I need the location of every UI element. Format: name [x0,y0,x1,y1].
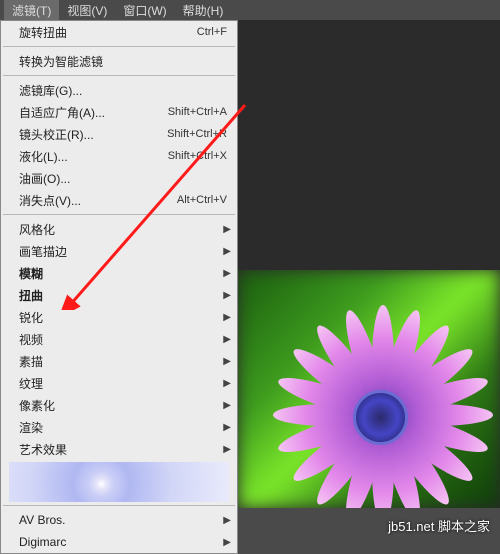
menu-item[interactable]: 视频▶ [1,328,237,350]
menu-item-label: 自适应广角(A)... [19,104,168,121]
menu-item-shortcut: Shift+Ctrl+X [168,150,227,162]
watermark-url: jb51.net [388,519,434,534]
menu-item-label: 像素化 [19,397,227,414]
submenu-arrow-icon: ▶ [223,268,231,279]
menu-item-label: 渲染 [19,419,227,436]
menu-item-shortcut: Shift+Ctrl+R [167,128,227,140]
watermark: jb51.net 脚本之家 [388,516,490,535]
menu-item-label: 锐化 [19,309,227,326]
menu-separator [3,505,235,506]
menu-item[interactable]: 素描▶ [1,350,237,372]
menu-item[interactable]: AV Bros.▶ [1,509,237,531]
menu-item[interactable]: 纹理▶ [1,372,237,394]
submenu-arrow-icon: ▶ [223,290,231,301]
menu-item-label: 视频 [19,331,227,348]
submenu-arrow-icon: ▶ [223,444,231,455]
filter-preview-thumb [9,462,229,502]
menu-item-label: 扭曲 [19,287,227,304]
menu-item[interactable]: 像素化▶ [1,394,237,416]
menu-item-label: 纹理 [19,375,227,392]
watermark-text: 脚本之家 [438,519,490,534]
submenu-arrow-icon: ▶ [223,334,231,345]
submenu-arrow-icon: ▶ [223,224,231,235]
menu-item[interactable]: 模糊▶ [1,262,237,284]
menu-view[interactable]: 视图(V) [59,0,115,21]
menu-separator [3,214,235,215]
menu-item-shortcut: Alt+Ctrl+V [177,194,227,206]
menu-item[interactable]: 液化(L)...Shift+Ctrl+X [1,145,237,167]
flower-image [238,270,500,508]
submenu-arrow-icon: ▶ [223,515,231,526]
submenu-arrow-icon: ▶ [223,246,231,257]
menu-item[interactable]: 画笔描边▶ [1,240,237,262]
menu-item[interactable]: 消失点(V)...Alt+Ctrl+V [1,189,237,211]
menu-help[interactable]: 帮助(H) [175,0,232,21]
menu-item-label: 素描 [19,353,227,370]
menu-item[interactable]: 旋转扭曲Ctrl+F [1,21,237,43]
menu-window[interactable]: 窗口(W) [115,0,174,21]
menu-item-label: 镜头校正(R)... [19,126,167,143]
menu-item-label: 风格化 [19,221,227,238]
menu-item-label: 画笔描边 [19,243,227,260]
menu-item[interactable]: 扭曲▶ [1,284,237,306]
menu-item-label: Digimarc [19,535,227,549]
menu-item-label: AV Bros. [19,513,227,527]
submenu-arrow-icon: ▶ [223,356,231,367]
menu-item-label: 模糊 [19,265,227,282]
menubar: 滤镜(T)视图(V)窗口(W)帮助(H) [0,0,500,20]
menu-item[interactable]: 风格化▶ [1,218,237,240]
menu-item[interactable]: 锐化▶ [1,306,237,328]
menu-item-label: 艺术效果 [19,441,227,458]
menu-item-label: 油画(O)... [19,170,227,187]
submenu-arrow-icon: ▶ [223,312,231,323]
menu-item[interactable]: 滤镜库(G)... [1,79,237,101]
canvas-area [238,20,500,508]
menu-item-label: 滤镜库(G)... [19,82,227,99]
submenu-arrow-icon: ▶ [223,422,231,433]
menu-item[interactable]: Digimarc▶ [1,531,237,553]
menu-item-label: 旋转扭曲 [19,24,197,41]
menu-filter[interactable]: 滤镜(T) [4,0,59,21]
menu-item-shortcut: Shift+Ctrl+A [168,106,227,118]
filter-menu-dropdown: 旋转扭曲Ctrl+F转换为智能滤镜滤镜库(G)...自适应广角(A)...Shi… [0,20,238,554]
menu-item-label: 转换为智能滤镜 [19,53,227,70]
menu-separator [3,75,235,76]
menu-item[interactable]: 镜头校正(R)...Shift+Ctrl+R [1,123,237,145]
submenu-arrow-icon: ▶ [223,400,231,411]
menu-separator [3,46,235,47]
menu-item-label: 消失点(V)... [19,192,177,209]
menu-item[interactable]: 艺术效果▶ [1,438,237,460]
menu-item[interactable]: 转换为智能滤镜 [1,50,237,72]
menu-item-shortcut: Ctrl+F [197,26,227,38]
menu-item[interactable]: 自适应广角(A)...Shift+Ctrl+A [1,101,237,123]
submenu-arrow-icon: ▶ [223,537,231,548]
menu-item-label: 液化(L)... [19,148,168,165]
submenu-arrow-icon: ▶ [223,378,231,389]
menu-item[interactable]: 渲染▶ [1,416,237,438]
menu-item[interactable]: 油画(O)... [1,167,237,189]
